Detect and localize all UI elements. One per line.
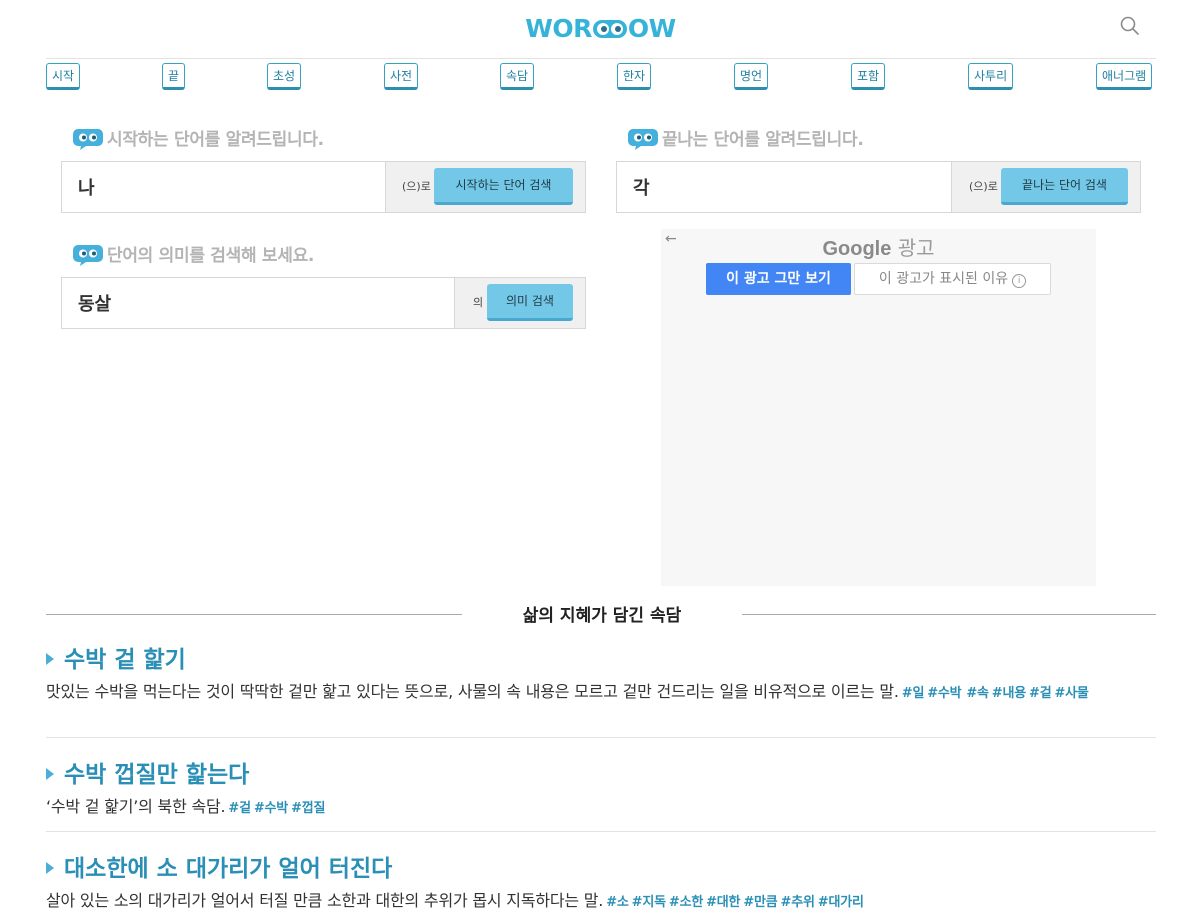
logo-text-right: OW	[627, 14, 676, 43]
ad-why-button[interactable]: 이 광고가 표시된 이유 i	[854, 263, 1051, 295]
end-search-suffix: (으)로	[969, 180, 998, 193]
meaning-search-box: 의 의미 검색	[61, 277, 586, 329]
proverb-title-link[interactable]: 수박 겉 핥기	[46, 640, 1156, 674]
search-button[interactable]	[1118, 14, 1142, 38]
speech-bubble-icon	[73, 245, 103, 266]
proverb-description: ‘수박 겉 핥기’의 북한 속담. #겉 #수박 #껍질	[46, 797, 326, 816]
nav-tab-quote[interactable]: 명언	[734, 63, 769, 90]
tag-link[interactable]: #대가리	[818, 895, 864, 910]
tag-link[interactable]: #대한	[706, 895, 740, 910]
tag-link[interactable]: #소	[606, 895, 629, 910]
meaning-search-suffix: 의	[473, 296, 484, 309]
ad-panel: ← Google 광고 이 광고 그만 보기 이 광고가 표시된 이유 i	[661, 229, 1096, 586]
search-icon	[1120, 16, 1139, 35]
nav-divider	[46, 58, 1156, 59]
tag-link[interactable]: #지독	[632, 895, 666, 910]
tag-link[interactable]: #속	[966, 686, 989, 701]
end-search-box: (으)로 끝나는 단어 검색	[616, 161, 1141, 213]
start-search-title: 시작하는 단어를 알려드립니다.	[72, 125, 324, 150]
nav-tab-end[interactable]: 끝	[162, 63, 186, 90]
proverb-title-link[interactable]: 수박 껍질만 핥는다	[46, 755, 1156, 789]
nav-tab-start[interactable]: 시작	[46, 63, 81, 90]
triangle-bullet-icon	[46, 768, 54, 780]
triangle-bullet-icon	[46, 653, 54, 665]
nav-tab-initial[interactable]: 초성	[267, 63, 302, 90]
proverb-item: 수박 겉 핥기 맛있는 수박을 먹는다는 것이 딱딱한 겉만 핥고 있다는 뜻으…	[46, 640, 1156, 705]
meaning-search-title: 단어의 의미를 검색해 보세요.	[72, 241, 314, 266]
speech-bubble-icon	[628, 129, 658, 150]
meaning-search-input[interactable]	[62, 278, 455, 328]
proverb-separator	[46, 831, 1156, 832]
end-search-title: 끝나는 단어를 알려드립니다.	[627, 125, 864, 150]
tag-link[interactable]: #겉	[1029, 686, 1052, 701]
tag-link[interactable]: #일	[902, 686, 925, 701]
tag-link[interactable]: #껍질	[291, 801, 325, 816]
info-icon: i	[1012, 274, 1027, 288]
proverb-description: 맛있는 수박을 먹는다는 것이 딱딱한 겉만 핥고 있다는 뜻으로, 사물의 속…	[46, 682, 1089, 701]
start-search-button[interactable]: 시작하는 단어 검색	[434, 168, 573, 205]
proverbs-section-title: 삶의 지혜가 담긴 속담	[522, 606, 682, 626]
nav-tab-proverb[interactable]: 속담	[500, 63, 535, 90]
nav-tab-dictionary[interactable]: 사전	[384, 63, 419, 90]
tag-link[interactable]: #소한	[669, 895, 703, 910]
tag-link[interactable]: #추위	[781, 895, 815, 910]
ad-header: Google 광고	[661, 232, 1096, 261]
proverb-item: 대소한에 소 대가리가 얼어 터진다 살아 있는 소의 대가리가 얼어서 터질 …	[46, 849, 1156, 914]
triangle-bullet-icon	[46, 862, 54, 874]
tag-link[interactable]: #내용	[992, 686, 1026, 701]
tag-link[interactable]: #수박	[254, 801, 288, 816]
tag-link[interactable]: #사물	[1054, 686, 1088, 701]
tag-link[interactable]: #수박	[927, 686, 961, 701]
nav-tab-hanja[interactable]: 한자	[617, 63, 652, 90]
end-search-button[interactable]: 끝나는 단어 검색	[1001, 168, 1128, 205]
site-logo[interactable]: WOR OW	[0, 14, 1201, 43]
start-search-suffix: (으)로	[402, 180, 431, 193]
google-brand: Google	[822, 238, 892, 260]
logo-text-left: WOR	[525, 14, 592, 43]
section-divider-right	[742, 614, 1156, 615]
meaning-search-button[interactable]: 의미 검색	[487, 284, 573, 321]
speech-bubble-icon	[73, 129, 103, 150]
nav-tab-dialect[interactable]: 사투리	[968, 63, 1014, 90]
start-search-input[interactable]	[62, 162, 386, 212]
section-divider-left	[46, 614, 462, 615]
proverb-title-link[interactable]: 대소한에 소 대가리가 얼어 터진다	[46, 849, 1156, 883]
proverb-description: 살아 있는 소의 대가리가 얼어서 터질 만큼 소한과 대한의 추위가 몹시 지…	[46, 891, 864, 910]
ad-label: 광고	[897, 236, 935, 260]
nav-tab-anagram[interactable]: 애너그램	[1096, 63, 1153, 90]
proverb-item: 수박 껍질만 핥는다 ‘수박 겉 핥기’의 북한 속담. #겉 #수박 #껍질	[46, 755, 1156, 820]
tag-link[interactable]: #만큼	[743, 895, 777, 910]
logo-eyes-icon	[592, 20, 627, 38]
ad-stop-button[interactable]: 이 광고 그만 보기	[706, 263, 851, 295]
nav-tab-contains[interactable]: 포함	[851, 63, 886, 90]
start-search-box: (으)로 시작하는 단어 검색	[61, 161, 586, 213]
proverb-separator	[46, 737, 1156, 738]
tag-link[interactable]: #겉	[228, 801, 251, 816]
end-search-input[interactable]	[617, 162, 952, 212]
